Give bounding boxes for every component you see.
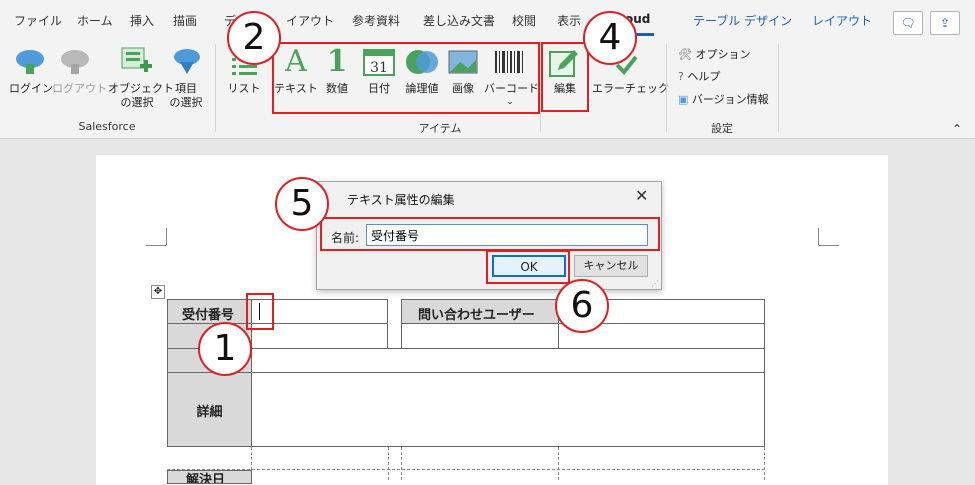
settings-group-label: 設定 (711, 122, 733, 135)
login-button[interactable]: ログイン (9, 82, 53, 96)
cell-details-label: 詳細 (167, 372, 252, 447)
callout-5: 5 (275, 177, 329, 231)
tab-table-layout[interactable]: レイアウト (812, 12, 872, 29)
select-field-label-1: 項目 (175, 82, 197, 95)
login-cloud-icon (16, 50, 44, 74)
cancel-button[interactable]: キャンセル (574, 255, 648, 277)
tab-table-design[interactable]: テーブル デザイン (693, 12, 792, 29)
callout-2: 2 (227, 11, 281, 65)
tab-references[interactable]: 参考資料 (352, 12, 400, 29)
crop-mark (166, 228, 167, 245)
collapse-ribbon-chevron-icon[interactable]: ⌃ (952, 122, 962, 136)
select-object-label-2: の選択 (120, 96, 154, 109)
resize-grip-icon[interactable]: ⋰ (651, 279, 659, 288)
callout-box-ok (486, 250, 570, 284)
options-button[interactable]: 🛠 オプション (678, 48, 750, 62)
callout-box-cell (246, 293, 274, 330)
crop-mark (818, 228, 819, 245)
ribbon-tab-row: ファイル ホーム 挿入 描画 デ イアウト 参考資料 差し込み文書 校閲 表示 … (0, 0, 975, 40)
callout-4: 4 (583, 11, 637, 65)
cell-bottom-label: 解決日 (167, 470, 252, 484)
options-label: オプション (695, 48, 751, 61)
logout-button[interactable]: ログアウト (52, 82, 107, 96)
table-move-handle-icon[interactable]: ✥ (151, 285, 165, 299)
table-gridline (558, 447, 559, 480)
tools-icon: 🛠 (678, 48, 692, 61)
error-check-button[interactable]: エラーチェック (592, 82, 669, 96)
comment-button[interactable]: 🗨 (893, 11, 923, 35)
cell-receipt-no-label: 受付番号 (167, 299, 252, 324)
cell-inquiry-user-label: 問い合わせユーザー (401, 299, 559, 324)
tab-layout[interactable]: イアウト (286, 12, 334, 29)
list-button[interactable]: リスト (226, 82, 262, 96)
callout-box-edit (541, 42, 589, 112)
tab-review[interactable]: 校閲 (512, 12, 536, 29)
items-group-label: アイテム (418, 122, 462, 135)
select-object-label-1: オブジェクト (108, 82, 174, 95)
table-gridline (388, 447, 389, 480)
table-gridline (401, 447, 402, 480)
table-gridline (764, 447, 765, 480)
share-button[interactable]: ⇪ (930, 11, 960, 35)
tab-insert[interactable]: 挿入 (130, 12, 154, 29)
callout-6: 6 (555, 279, 609, 333)
tab-file[interactable]: ファイル (14, 12, 62, 29)
version-button[interactable]: ▣ バージョン情報 (678, 93, 769, 107)
salesforce-group-label: Salesforce (78, 120, 136, 133)
select-field-label-2: の選択 (169, 96, 203, 109)
callout-box-items (272, 42, 540, 114)
select-object-button[interactable]: オブジェクト の選択 (108, 82, 174, 110)
version-label: バージョン情報 (691, 93, 769, 106)
tab-mailings[interactable]: 差し込み文書 (423, 12, 495, 29)
share-icon: ⇪ (939, 16, 951, 30)
table-gridline (167, 469, 765, 470)
select-field-icon (174, 49, 200, 74)
dialog-title: テキスト属性の編集 (347, 193, 455, 207)
tab-view[interactable]: 表示 (557, 12, 581, 29)
help-button[interactable]: ? ヘルプ (678, 70, 720, 84)
select-object-icon (121, 47, 152, 72)
cell-details-value[interactable] (251, 372, 765, 447)
help-icon: ? (678, 70, 684, 83)
logout-cloud-icon (61, 50, 89, 74)
tab-draw[interactable]: 描画 (173, 12, 197, 29)
callout-1: 1 (198, 322, 252, 376)
comment-icon: 🗨 (900, 16, 916, 30)
cell-row2-c3[interactable] (401, 323, 559, 349)
select-field-button[interactable]: 項目 の選択 (166, 82, 206, 110)
group-separator (666, 44, 667, 132)
dialog-close-icon[interactable]: ✕ (635, 186, 648, 205)
callout-box-name (320, 217, 660, 251)
tab-home[interactable]: ホーム (77, 12, 113, 29)
group-separator (778, 44, 779, 132)
help-label: ヘルプ (687, 70, 721, 83)
version-info-icon: ▣ (678, 93, 689, 106)
crop-mark (146, 245, 166, 246)
cell-row3-value[interactable] (251, 348, 765, 373)
group-separator (215, 44, 216, 132)
crop-mark (819, 245, 839, 246)
